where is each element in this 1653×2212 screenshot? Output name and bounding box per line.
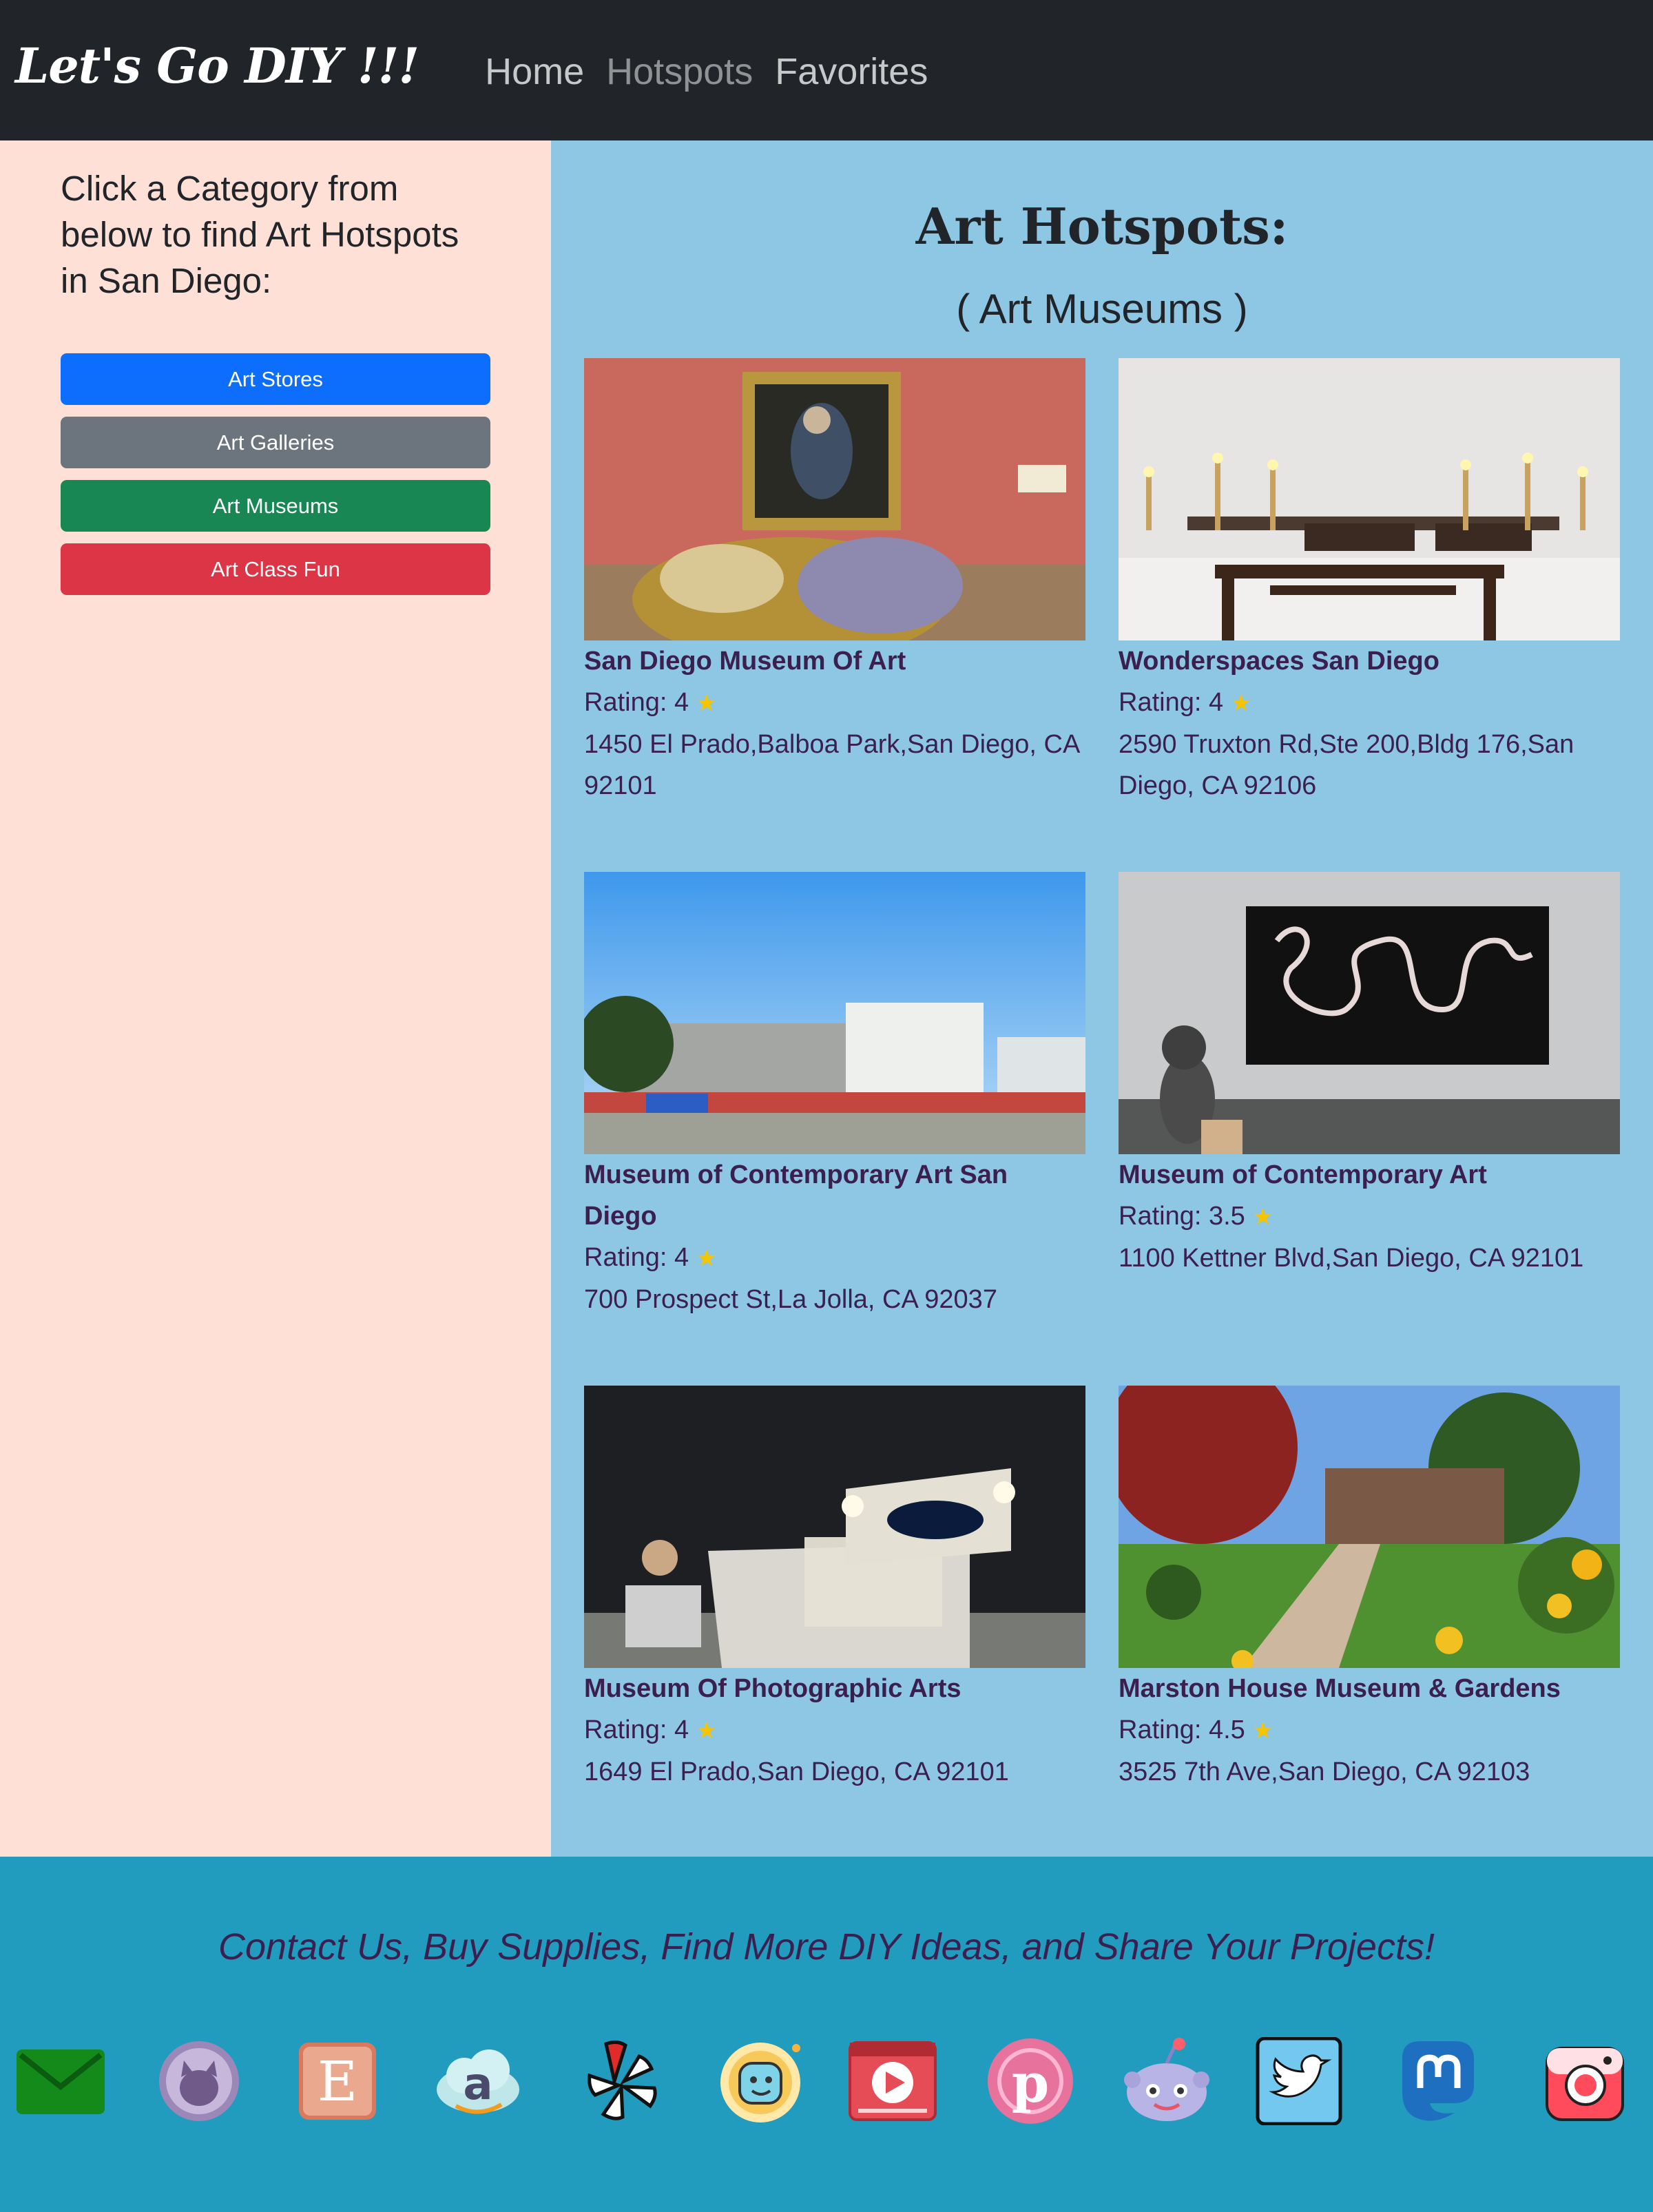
- hotspot-card[interactable]: Museum of Contemporary Art Rating: 3.5 ★…: [1119, 872, 1620, 1279]
- museum-name[interactable]: Museum of Contemporary Art San Diego: [584, 1154, 1085, 1237]
- museum-photo[interactable]: [1119, 872, 1620, 1154]
- footer-tagline: Contact Us, Buy Supplies, Find More DIY …: [218, 1926, 1435, 1968]
- nav-favorites[interactable]: Favorites: [775, 50, 928, 93]
- svg-text:p: p: [1012, 2052, 1050, 2115]
- hotspots-content: Art Hotspots: ( Art Museums ) San Diego …: [551, 140, 1653, 1857]
- museum-name[interactable]: Museum of Contemporary Art: [1119, 1154, 1620, 1196]
- hotspot-card[interactable]: Museum Of Photographic Arts Rating: 4 ★ …: [584, 1386, 1085, 1793]
- museum-address: 2590 Truxton Rd,Ste 200,Bldg 176,San Die…: [1119, 730, 1574, 800]
- museum-address: 1450 El Prado,Balboa Park,San Diego, CA …: [584, 730, 1079, 800]
- rating-text: Rating: 3.5: [1119, 1202, 1245, 1231]
- museum-address: 1649 El Prado,San Diego, CA 92101: [584, 1757, 1009, 1786]
- youtube-icon[interactable]: [849, 2037, 937, 2125]
- museum-address: 700 Prospect St,La Jolla, CA 92037: [584, 1285, 997, 1314]
- category-subtitle: ( Art Museums ): [956, 286, 1248, 332]
- email-icon[interactable]: [17, 2037, 105, 2125]
- museum-photo[interactable]: [1119, 1386, 1620, 1668]
- hotspot-card[interactable]: Wonderspaces San Diego Rating: 4 ★ 2590 …: [1119, 358, 1620, 806]
- sidebar-heading: Click a Category from below to find Art …: [61, 169, 459, 300]
- amazon-icon[interactable]: a: [434, 2037, 522, 2125]
- mastodon-icon[interactable]: [1393, 2037, 1481, 2125]
- museum-rating: Rating: 4 ★: [584, 682, 1085, 724]
- hotspot-card[interactable]: San Diego Museum Of Art Rating: 4 ★ 1450…: [584, 358, 1085, 806]
- rating-text: Rating: 4.5: [1119, 1715, 1245, 1744]
- etsy-icon[interactable]: E: [293, 2037, 382, 2125]
- art-museums-button[interactable]: Art Museums: [61, 480, 490, 532]
- museum-rating: Rating: 4 ★: [1119, 682, 1620, 724]
- museum-address: 3525 7th Ave,San Diego, CA 92103: [1119, 1757, 1530, 1786]
- nav-home[interactable]: Home: [485, 50, 584, 93]
- page-title: Art Hotspots:: [915, 197, 1289, 255]
- museum-rating: Rating: 4 ★: [584, 1237, 1085, 1279]
- star-icon: ★: [696, 690, 718, 716]
- svg-text:a: a: [463, 2059, 492, 2110]
- main-area: Click a Category from below to find Art …: [0, 140, 1653, 1857]
- rating-text: Rating: 4: [584, 688, 689, 717]
- museum-rating: Rating: 4.5 ★: [1119, 1709, 1620, 1751]
- art-class-fun-button[interactable]: Art Class Fun: [61, 543, 490, 595]
- museum-photo[interactable]: [584, 1386, 1085, 1668]
- star-icon: ★: [1252, 1718, 1273, 1744]
- star-icon: ★: [696, 1245, 718, 1271]
- navbar: Let's Go DIY !!! Home Hotspots Favorites: [0, 0, 1653, 140]
- museum-photo[interactable]: [1119, 358, 1620, 640]
- star-icon: ★: [1230, 690, 1252, 716]
- museum-photo[interactable]: [584, 872, 1085, 1154]
- sidebar: Click a Category from below to find Art …: [0, 140, 551, 1857]
- star-icon: ★: [696, 1718, 718, 1744]
- museum-name[interactable]: Wonderspaces San Diego: [1119, 640, 1620, 682]
- hotspot-card[interactable]: Marston House Museum & Gardens Rating: 4…: [1119, 1386, 1620, 1793]
- rating-text: Rating: 4: [584, 1243, 689, 1272]
- nav-hotspots[interactable]: Hotspots: [606, 50, 753, 93]
- twitter-icon[interactable]: [1255, 2037, 1343, 2125]
- reddit-icon[interactable]: [1123, 2037, 1211, 2125]
- brand-logo[interactable]: Let's Go DIY !!!: [15, 37, 419, 94]
- museum-address: 1100 Kettner Blvd,San Diego, CA 92101: [1119, 1244, 1584, 1273]
- pinterest-icon[interactable]: p: [986, 2037, 1074, 2125]
- museum-name[interactable]: Marston House Museum & Gardens: [1119, 1668, 1620, 1709]
- svg-text:E: E: [318, 2049, 357, 2114]
- museum-photo[interactable]: [584, 358, 1085, 640]
- art-stores-button[interactable]: Art Stores: [61, 353, 490, 405]
- museum-rating: Rating: 4 ★: [584, 1709, 1085, 1751]
- hotspot-card[interactable]: Museum of Contemporary Art San Diego Rat…: [584, 872, 1085, 1320]
- museum-name[interactable]: San Diego Museum Of Art: [584, 640, 1085, 682]
- github-icon[interactable]: [155, 2037, 243, 2125]
- yelp-icon[interactable]: [576, 2037, 664, 2125]
- instagram-icon[interactable]: [1543, 2037, 1631, 2125]
- art-galleries-button[interactable]: Art Galleries: [61, 417, 490, 468]
- footer: Contact Us, Buy Supplies, Find More DIY …: [0, 1857, 1653, 2212]
- museum-name[interactable]: Museum Of Photographic Arts: [584, 1668, 1085, 1709]
- rating-text: Rating: 4: [1119, 688, 1224, 717]
- star-icon: ★: [1252, 1204, 1273, 1230]
- rating-text: Rating: 4: [584, 1715, 689, 1744]
- waze-icon[interactable]: [716, 2037, 804, 2125]
- museum-rating: Rating: 3.5 ★: [1119, 1196, 1620, 1238]
